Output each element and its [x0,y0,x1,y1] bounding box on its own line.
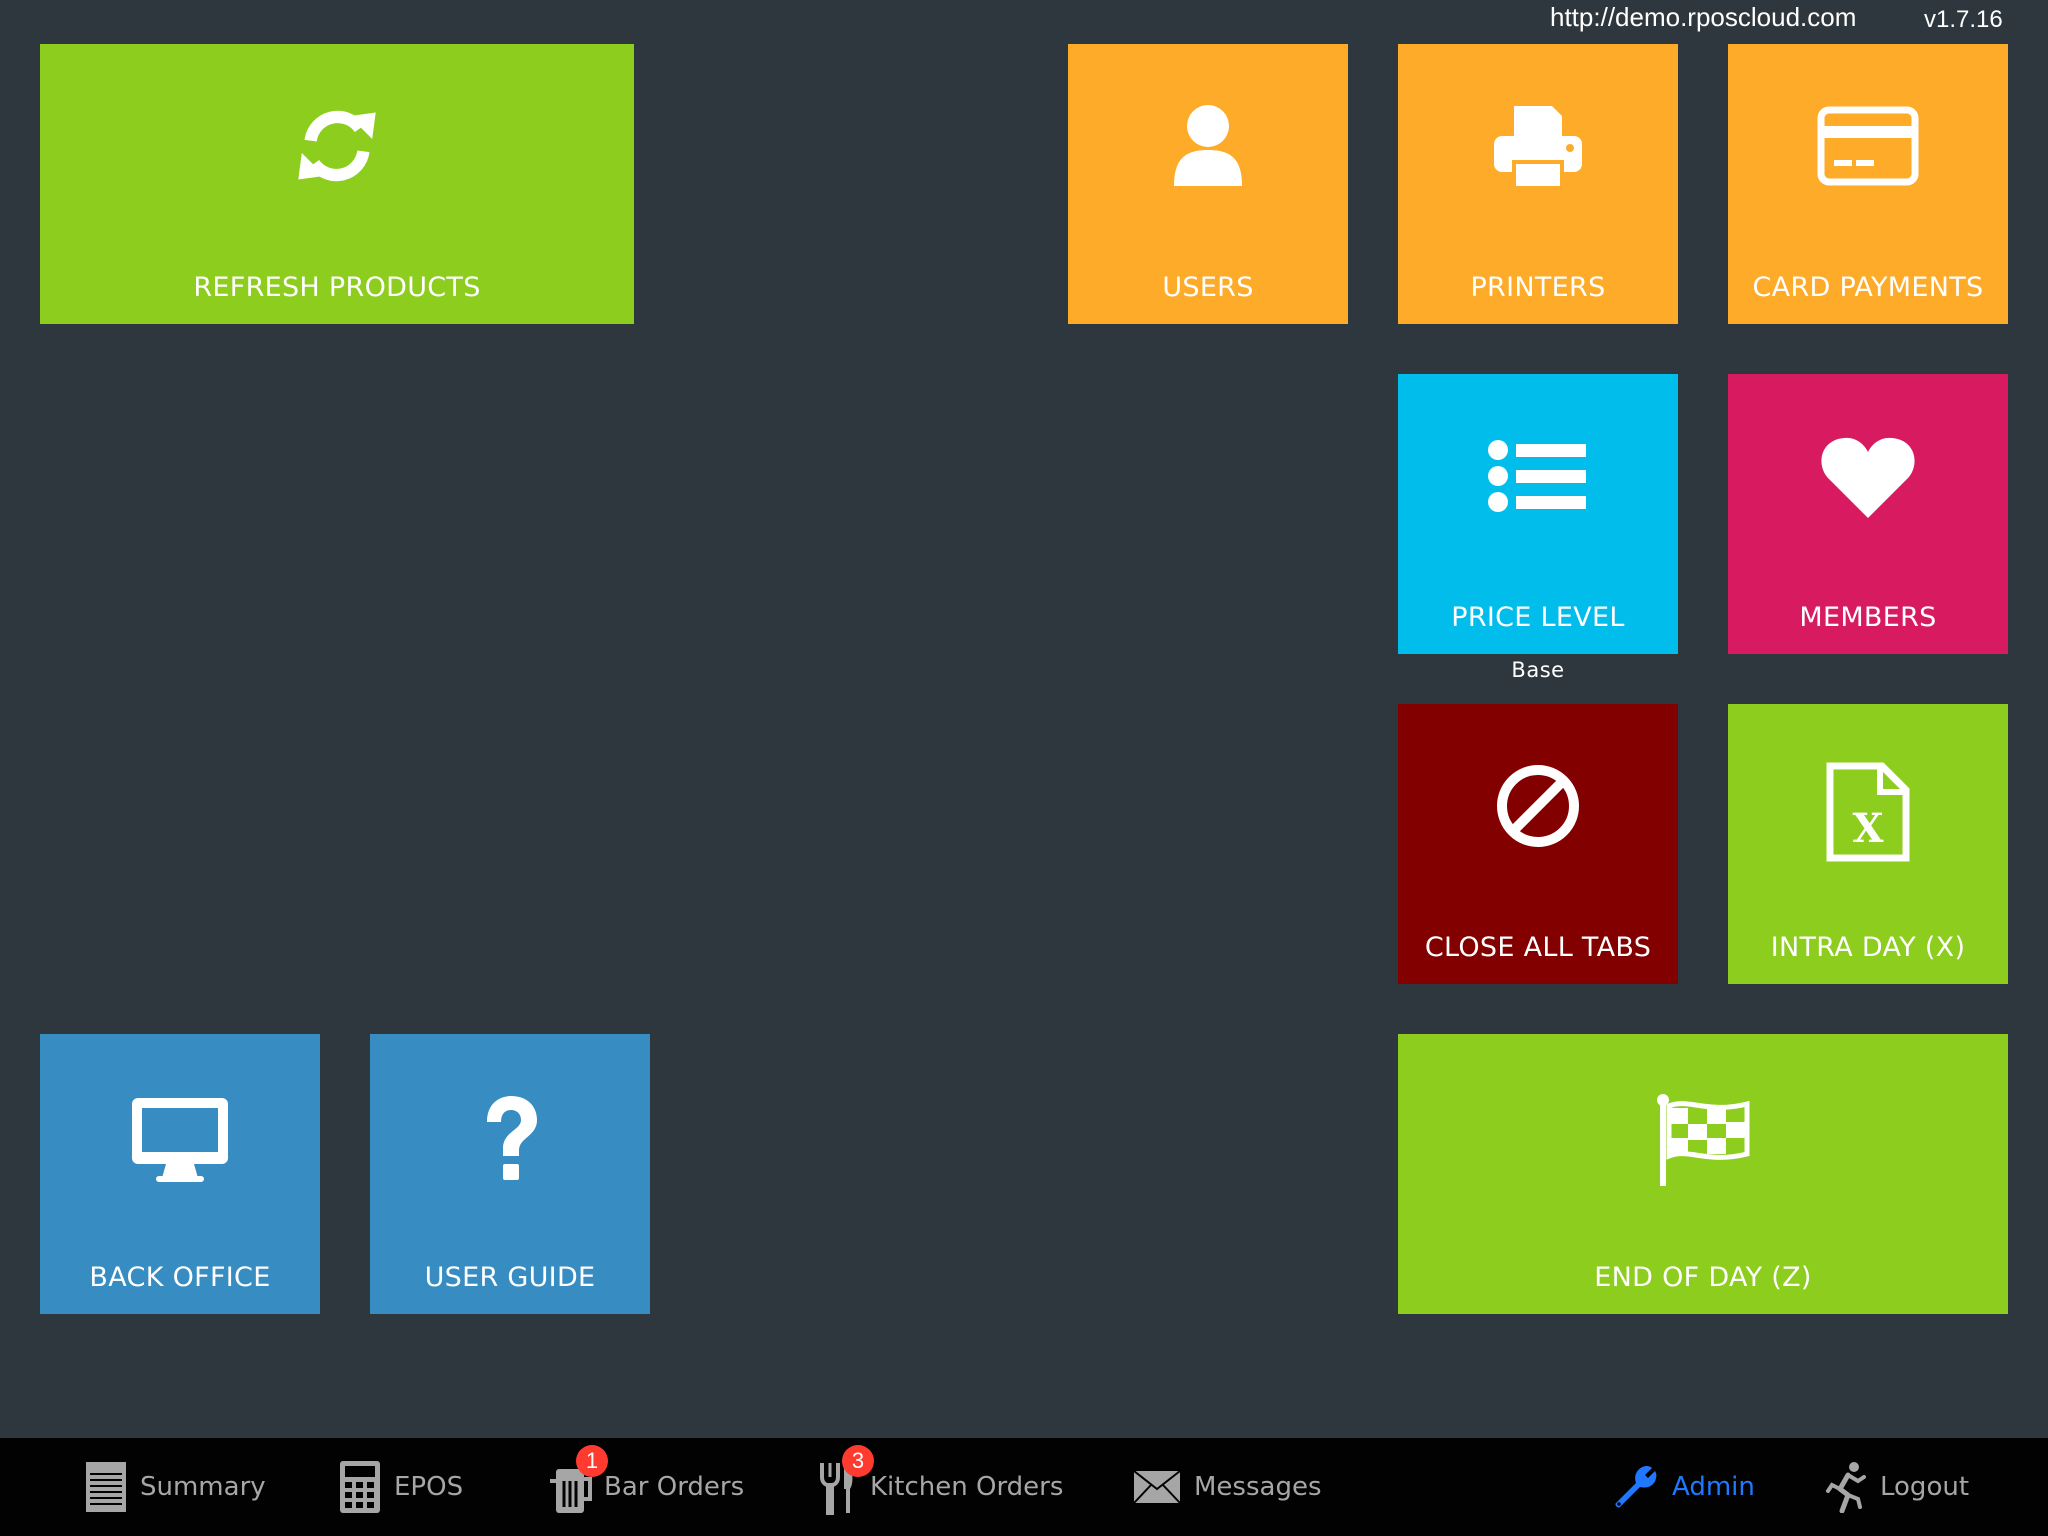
tab-epos-label: EPOS [394,1472,464,1502]
calculator-icon [338,1459,382,1515]
back-office-label: BACK OFFICE [89,1262,271,1293]
wrench-icon [1612,1463,1660,1511]
tab-bar-orders-label: Bar Orders [604,1472,745,1502]
tab-summary[interactable]: Summary [84,1438,266,1536]
end-of-day-button[interactable]: END OF DAY (Z) [1398,1034,2008,1314]
desktop-icon [40,1092,320,1188]
price-level-button[interactable]: PRICE LEVEL Base [1398,374,1678,682]
printer-icon [1398,102,1678,190]
envelope-icon [1132,1469,1182,1505]
printers-label: PRINTERS [1470,272,1606,303]
tab-admin-label: Admin [1672,1472,1755,1502]
list-icon [1398,432,1678,520]
credit-card-icon [1728,102,2008,190]
svg-text:X: X [1852,805,1883,852]
members-button[interactable]: MEMBERS [1728,374,2008,654]
back-office-button[interactable]: BACK OFFICE [40,1034,320,1314]
server-url: http://demo.rposcloud.com [1550,2,1857,32]
notepad-icon [84,1460,128,1514]
refresh-products-button[interactable]: REFRESH PRODUCTS [40,44,634,324]
tab-kitchen-orders-label: Kitchen Orders [870,1472,1064,1502]
tab-admin[interactable]: Admin [1612,1438,1755,1536]
users-label: USERS [1162,272,1254,303]
end-of-day-label: END OF DAY (Z) [1594,1262,1812,1293]
excel-file-icon: X [1728,762,2008,862]
cutlery-icon: 3 [818,1445,874,1515]
members-label: MEMBERS [1799,602,1937,633]
card-payments-label: CARD PAYMENTS [1752,272,1984,303]
tab-summary-label: Summary [140,1472,266,1502]
intra-day-button[interactable]: X INTRA DAY (X) [1728,704,2008,984]
bar-orders-badge: 1 [576,1445,608,1477]
users-button[interactable]: USERS [1068,44,1348,324]
close-all-tabs-button[interactable]: CLOSE ALL TABS [1398,704,1678,984]
tab-kitchen-orders[interactable]: 3 Kitchen Orders [818,1438,1063,1536]
heart-icon [1728,432,2008,522]
beer-icon: 1 [548,1445,608,1515]
printers-button[interactable]: PRINTERS [1398,44,1678,324]
ban-icon [1398,762,1678,850]
tab-epos[interactable]: EPOS [338,1438,463,1536]
card-payments-button[interactable]: CARD PAYMENTS [1728,44,2008,324]
bottom-tab-bar: Summary EPOS 1 Bar Orders 3 Kitchen Orde… [0,1438,2048,1536]
user-icon [1068,102,1348,190]
price-level-value: Base [1511,658,1565,682]
intra-day-label: INTRA DAY (X) [1770,932,1966,963]
tab-logout-label: Logout [1880,1472,1970,1502]
tab-messages-label: Messages [1194,1472,1322,1502]
tab-messages[interactable]: Messages [1132,1438,1322,1536]
question-icon [370,1092,650,1188]
tab-bar-orders[interactable]: 1 Bar Orders [548,1438,744,1536]
checkered-flag-icon [1398,1092,2008,1188]
close-all-tabs-label: CLOSE ALL TABS [1424,932,1652,963]
price-level-label: PRICE LEVEL [1451,602,1625,633]
refresh-icon [40,102,634,190]
user-guide-button[interactable]: USER GUIDE [370,1034,650,1314]
refresh-products-label: REFRESH PRODUCTS [193,272,481,303]
tab-logout[interactable]: Logout [1826,1438,1969,1536]
running-man-icon [1826,1461,1868,1513]
app-version: v1.7.16 [1924,6,2003,33]
kitchen-orders-badge: 3 [842,1445,874,1477]
user-guide-label: USER GUIDE [424,1262,596,1293]
